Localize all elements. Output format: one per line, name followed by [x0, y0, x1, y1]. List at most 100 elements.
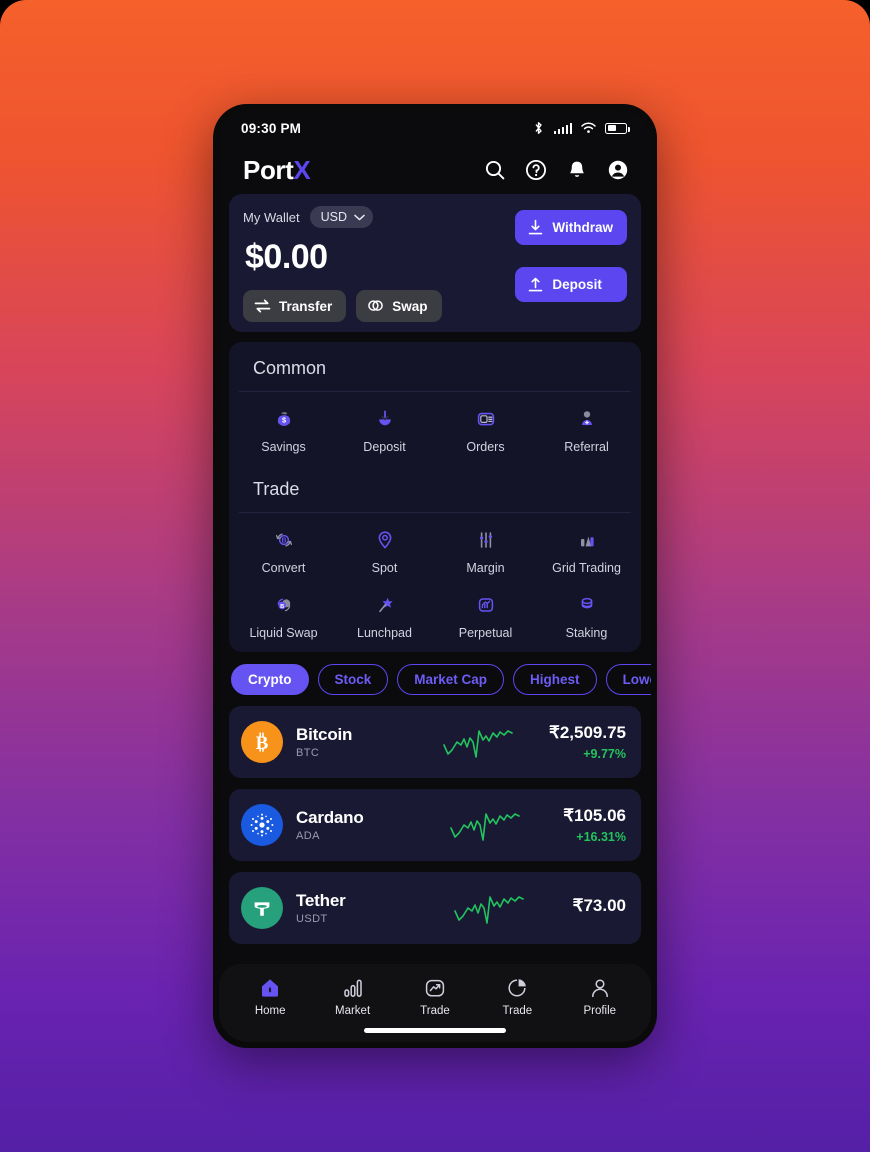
- pie-chart-icon: [505, 976, 529, 1000]
- filter-chip-row[interactable]: Crypto Stock Market Cap Highest Lowest: [229, 664, 651, 696]
- perpetual-chart-icon: [474, 592, 498, 618]
- swap-button[interactable]: Swap: [356, 290, 442, 322]
- app-logo: PortX: [243, 154, 311, 186]
- tab-market[interactable]: Market: [321, 976, 385, 1017]
- bluetooth-icon: [534, 122, 542, 134]
- shortcut-convert[interactable]: B Convert: [233, 527, 334, 578]
- shortcut-grid-trading[interactable]: Grid Trading: [536, 527, 637, 578]
- shortcut-label: Convert: [261, 560, 306, 575]
- deposit-label: Deposit: [552, 277, 602, 292]
- coin-change: +16.31%: [576, 830, 626, 845]
- tab-trade-chart[interactable]: Trade: [403, 976, 467, 1017]
- phone-screen: 09:30 PM PortX My Wallet USD $0.00 Trans…: [219, 110, 651, 1042]
- coin-identity: Bitcoin BTC: [296, 725, 408, 759]
- currency-value: USD: [320, 210, 347, 224]
- brand-text: Port: [243, 154, 294, 185]
- battery-icon: [605, 122, 630, 134]
- brand-accent: X: [293, 154, 311, 185]
- shortcut-label: Perpetual: [458, 625, 513, 640]
- home-indicator[interactable]: [364, 1028, 506, 1033]
- withdraw-label: Withdraw: [552, 220, 613, 235]
- staking-coins-icon: [575, 592, 599, 618]
- trade-grid: B Convert Spot Margin Grid Trading B Liq…: [233, 513, 637, 643]
- shortcut-referral[interactable]: Referral: [536, 406, 637, 457]
- notification-icon[interactable]: [566, 159, 588, 181]
- status-icon-group: [532, 121, 630, 135]
- main-content: My Wallet USD $0.00 Transfer Swap Withdr…: [219, 194, 651, 1042]
- transfer-icon: [254, 299, 271, 313]
- tab-home[interactable]: Home: [238, 976, 302, 1017]
- search-icon[interactable]: [484, 159, 506, 181]
- withdraw-button[interactable]: Withdraw: [515, 210, 627, 245]
- coin-change: +9.77%: [583, 747, 626, 762]
- account-icon[interactable]: [607, 159, 629, 181]
- common-grid: $ Savings Deposit Orders Referral: [233, 392, 637, 457]
- shortcut-perpetual[interactable]: Perpetual: [435, 592, 536, 643]
- currency-selector[interactable]: USD: [309, 206, 373, 228]
- svg-text:B: B: [280, 603, 284, 609]
- tab-trade-pie[interactable]: Trade: [485, 976, 549, 1017]
- deposit-icon: [529, 277, 543, 292]
- help-icon[interactable]: [525, 159, 547, 181]
- bottom-navigation: Home Market Trade Trade Profile: [219, 964, 651, 1042]
- coin-symbol: USDT: [296, 913, 328, 926]
- shortcut-spot[interactable]: Spot: [334, 527, 435, 578]
- shortcut-deposit[interactable]: Deposit: [334, 406, 435, 457]
- app-header: PortX: [219, 146, 651, 194]
- coin-row-bitcoin[interactable]: B Bitcoin BTC ₹2,509.75 +9.77%: [229, 706, 641, 779]
- shortcut-label: Margin: [466, 560, 505, 575]
- orders-card-icon: [474, 406, 498, 432]
- coin-sparkline: [408, 889, 573, 927]
- status-bar: 09:30 PM: [219, 110, 651, 146]
- coin-name: Cardano: [296, 808, 364, 828]
- svg-text:B: B: [256, 733, 269, 754]
- coin-price: ₹105.06: [563, 806, 626, 826]
- coin-name: Tether: [296, 891, 346, 911]
- market-bars-icon: [341, 976, 365, 1000]
- tab-label: Market: [335, 1005, 371, 1017]
- shortcut-staking[interactable]: Staking: [536, 592, 637, 643]
- status-time: 09:30 PM: [241, 120, 302, 136]
- coin-row-tether[interactable]: Tether USDT ₹73.00: [229, 872, 641, 945]
- shortcut-savings[interactable]: $ Savings: [233, 406, 334, 457]
- convert-bitcoin-icon: B: [272, 527, 296, 553]
- wallet-card: My Wallet USD $0.00 Transfer Swap Withdr…: [229, 194, 641, 332]
- phone-frame: 09:30 PM PortX My Wallet USD $0.00 Trans…: [213, 104, 657, 1048]
- swap-icon: [368, 300, 384, 311]
- coin-price: ₹2,509.75: [549, 723, 626, 743]
- coin-identity: Tether USDT: [296, 891, 408, 925]
- filter-chip-lowest[interactable]: Lowest: [605, 664, 651, 696]
- filter-chip-crypto[interactable]: Crypto: [231, 664, 309, 696]
- spot-pin-icon: [373, 527, 397, 553]
- coin-symbol: BTC: [296, 747, 320, 760]
- wallet-label: My Wallet: [243, 209, 300, 225]
- shortcut-liquid-swap[interactable]: B Liquid Swap: [233, 592, 334, 643]
- trade-section-title: Trade: [239, 457, 631, 513]
- shortcut-label: Staking: [565, 625, 608, 640]
- home-icon: [258, 976, 282, 1000]
- filter-chip-highest[interactable]: Highest: [513, 664, 597, 696]
- transfer-label: Transfer: [279, 298, 333, 314]
- cardano-logo-icon: [241, 804, 283, 847]
- shortcut-lunchpad[interactable]: Lunchpad: [334, 592, 435, 643]
- filter-chip-market-cap[interactable]: Market Cap: [397, 664, 505, 696]
- filter-chip-stock[interactable]: Stock: [317, 664, 389, 696]
- shortcuts-panel: Common $ Savings Deposit Orders Referral…: [229, 342, 641, 653]
- shortcut-label: Grid Trading: [552, 560, 621, 575]
- shortcut-margin[interactable]: Margin: [435, 527, 536, 578]
- tab-profile[interactable]: Profile: [568, 976, 632, 1017]
- bitcoin-logo-icon: B: [241, 721, 283, 764]
- svg-text:B: B: [281, 537, 286, 544]
- coin-row-cardano[interactable]: Cardano ADA ₹105.06 +16.31%: [229, 789, 641, 862]
- shortcut-label: Spot: [371, 560, 398, 575]
- coin-sparkline: [408, 806, 563, 844]
- shortcut-orders[interactable]: Orders: [435, 406, 536, 457]
- referral-person-icon: [575, 406, 599, 432]
- shortcut-label: Deposit: [363, 440, 406, 454]
- shortcut-label: Lunchpad: [357, 625, 412, 640]
- coin-name: Bitcoin: [296, 725, 353, 745]
- swap-label: Swap: [392, 298, 428, 314]
- wallet-primary-actions: Withdraw Deposit: [515, 210, 627, 302]
- deposit-button[interactable]: Deposit: [515, 267, 627, 302]
- transfer-button[interactable]: Transfer: [243, 290, 347, 322]
